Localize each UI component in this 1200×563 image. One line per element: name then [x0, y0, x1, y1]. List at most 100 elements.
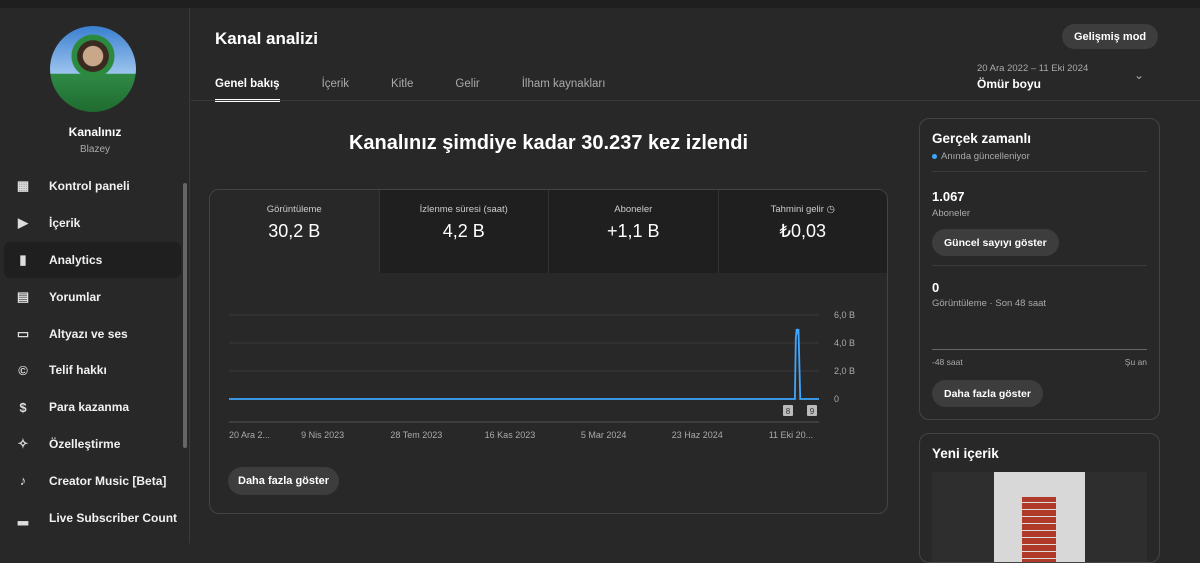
- advanced-mode-button[interactable]: Gelişmiş mod: [1062, 24, 1159, 49]
- sidebar-item-dashboard[interactable]: ▦ Kontrol paneli: [4, 168, 181, 205]
- x-tick-label: 28 Tem 2023: [390, 430, 442, 440]
- sidebar-item-label: Kontrol paneli: [49, 179, 130, 194]
- chevron-down-icon[interactable]: ⌄: [1134, 68, 1144, 82]
- axis-end: Şu an: [1124, 357, 1147, 367]
- copyright-icon: ©: [18, 362, 28, 378]
- magic-wand-icon: ✧: [17, 435, 29, 451]
- divider: [932, 265, 1147, 266]
- subtitles-icon: ▭: [16, 325, 30, 341]
- metric-tab[interactable]: Tahmini gelir ◷ ₺0,03: [717, 190, 887, 273]
- subscriber-count: 1.067: [932, 189, 965, 204]
- x-tick-label: 16 Kas 2023: [485, 430, 536, 440]
- annotation-label: 8: [786, 407, 791, 416]
- realtime-axis: [932, 349, 1147, 350]
- sidebar-item-analytics[interactable]: ▮ Analytics: [4, 241, 181, 279]
- sidebar-item-label: İçerik: [49, 216, 81, 231]
- metric-label: Aboneler: [614, 204, 653, 215]
- sidebar-scrollbar[interactable]: [183, 183, 187, 448]
- sidebar-item-signal-bars[interactable]: ▂ Live Subscriber Count: [4, 499, 181, 536]
- divider: [191, 100, 1200, 101]
- y-tick-label: 2,0 B: [834, 366, 855, 376]
- tab-0[interactable]: Genel bakış: [215, 78, 280, 102]
- page-title: Kanal analizi: [215, 29, 318, 48]
- live-dot-icon: [932, 154, 937, 159]
- metric-tab[interactable]: Aboneler +1,1 B: [548, 190, 718, 273]
- analytics-icon: ▮: [19, 251, 27, 267]
- signal-bars-icon: ▂: [18, 509, 28, 525]
- sidebar-item-label: Özelleştirme: [49, 436, 121, 451]
- realtime-more-button[interactable]: Daha fazla göster: [932, 380, 1043, 407]
- sidebar-item-label: Yorumlar: [49, 289, 101, 304]
- annotation-label: 9: [810, 407, 815, 416]
- sidebar-nav: ▦ Kontrol paneli ▶ İçerik ▮ Analytics ▤ Yorumla…: [4, 168, 181, 536]
- metric-label: İzlenme süresi (saat): [419, 204, 508, 215]
- metric-value: +1,1 B: [606, 221, 660, 241]
- sidebar-item-subtitles[interactable]: ▭ Altyazı ve ses: [4, 315, 181, 352]
- period-selector[interactable]: Ömür boyu: [977, 77, 1041, 91]
- music-icon: ♪: [19, 473, 27, 489]
- views-chart: 0 2,0 B 4,0 B 6,0 B 20 Ara 2... 9 Nis 2023 28 …: [229, 310, 855, 440]
- y-tick-label: 0: [834, 394, 839, 404]
- x-tick-label: 9 Nis 2023: [301, 430, 344, 440]
- sidebar-item-label: Para kazanma: [49, 400, 130, 415]
- channel-name: Blazey: [79, 144, 110, 155]
- realtime-card: Gerçek zamanlı Anında güncelleniyor 1.06…: [919, 118, 1160, 420]
- metric-label: Görüntüleme: [266, 204, 322, 215]
- metric-value: 30,2 B: [268, 221, 321, 241]
- new-content-card: Yeni içerik: [919, 433, 1160, 563]
- sidebar-item-magic-wand[interactable]: ✧ Özelleştirme: [4, 426, 181, 463]
- sidebar-item-copyright[interactable]: © Telif hakkı: [4, 352, 181, 389]
- tab-bar: Genel bakış İçerik Kitle Gelir İlham kaynakl…: [215, 78, 647, 102]
- sidebar-item-content[interactable]: ▶ İçerik: [4, 205, 181, 242]
- sidebar-item-dollar[interactable]: $ Para kazanma: [4, 389, 181, 426]
- new-content-title: Yeni içerik: [932, 446, 999, 461]
- sidebar-item-label: Telif hakkı: [49, 363, 107, 378]
- y-tick-label: 6,0 B: [834, 310, 855, 320]
- dollar-icon: $: [19, 399, 27, 415]
- x-tick-label: 11 Eki 20...: [769, 430, 813, 440]
- clock-icon: ◷: [826, 204, 835, 215]
- dashboard-icon: ▦: [16, 178, 30, 194]
- content-icon: ▶: [18, 215, 28, 231]
- avatar[interactable]: [50, 26, 136, 112]
- axis-start: -48 saat: [932, 357, 963, 367]
- video-thumbnail[interactable]: [932, 472, 1147, 562]
- overview-card: Görüntüleme 30,2 B İzlenme süresi (saat) 4,…: [209, 189, 888, 514]
- x-tick-label: 5 Mar 2024: [581, 430, 627, 440]
- subscriber-label: Aboneler: [932, 208, 971, 219]
- views-line: [229, 328, 819, 400]
- channel-label: Kanalınız: [68, 125, 122, 139]
- metric-value: ₺0,03: [779, 221, 827, 241]
- headline: Kanalınız şimdiye kadar 30.237 kez izlen…: [348, 132, 749, 154]
- realtime-title: Gerçek zamanlı: [932, 131, 1032, 146]
- tab-3[interactable]: Gelir: [455, 78, 479, 102]
- sidebar-item-label: Creator Music [Beta]: [49, 473, 167, 488]
- divider: [932, 171, 1147, 172]
- sidebar: Kanalınız Blazey ▦ Kontrol paneli ▶ İçerik ▮…: [0, 8, 190, 543]
- metric-label: Tahmini gelir ◷: [770, 204, 835, 215]
- live-text: Anında güncelleniyor: [941, 151, 1030, 162]
- metric-value: 4,2 B: [442, 221, 485, 241]
- comments-icon: ▤: [16, 288, 30, 304]
- sidebar-item-label: Live Subscriber Count: [49, 510, 178, 525]
- date-range[interactable]: 20 Ara 2022 – 11 Eki 2024: [977, 63, 1088, 74]
- tab-2[interactable]: Kitle: [391, 78, 413, 102]
- y-tick-label: 4,0 B: [834, 338, 855, 348]
- tab-4[interactable]: İlham kaynakları: [522, 78, 606, 102]
- show-count-button[interactable]: Güncel sayıyı göster: [932, 229, 1059, 256]
- tab-1[interactable]: İçerik: [322, 78, 349, 102]
- top-bar: [0, 0, 1200, 8]
- metric-tab[interactable]: İzlenme süresi (saat) 4,2 B: [378, 190, 548, 273]
- sidebar-item-comments[interactable]: ▤ Yorumlar: [4, 278, 181, 315]
- sidebar-item-label: Analytics: [49, 252, 103, 267]
- x-tick-label: 23 Haz 2024: [672, 430, 723, 440]
- show-more-button[interactable]: Daha fazla göster: [228, 467, 340, 495]
- metric-tabs: Görüntüleme 30,2 B İzlenme süresi (saat) 4,…: [210, 190, 887, 273]
- x-tick-label: 20 Ara 2...: [229, 430, 270, 440]
- views-label: Görüntüleme · Son 48 saat: [932, 298, 1047, 309]
- live-status: Anında güncelleniyor: [932, 151, 1030, 162]
- sidebar-item-label: Altyazı ve ses: [49, 326, 128, 341]
- metric-tab[interactable]: Görüntüleme 30,2 B: [210, 190, 379, 273]
- sidebar-item-music[interactable]: ♪ Creator Music [Beta]: [4, 462, 181, 499]
- views-count: 0: [932, 280, 940, 295]
